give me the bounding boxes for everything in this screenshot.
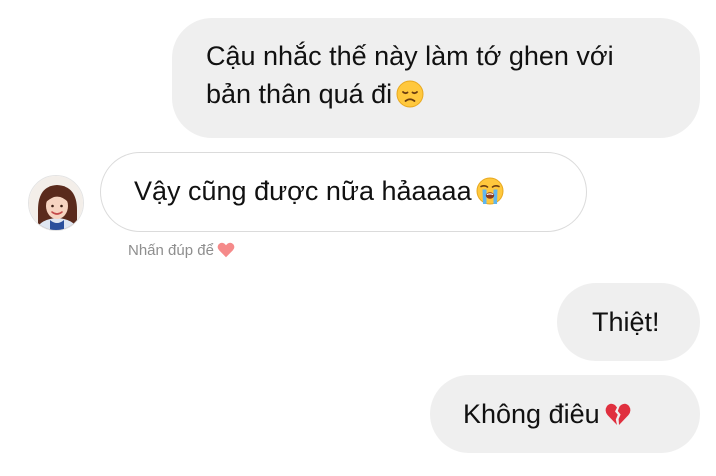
message-text: Thiệt!: [592, 307, 660, 337]
avatar[interactable]: [28, 175, 84, 231]
sent-message-bubble[interactable]: Thiệt!: [557, 283, 700, 361]
chat-thread: Cậu nhắc thế này làm tớ ghen với bản thâ…: [0, 0, 716, 476]
broken-heart-emoji-icon: [604, 400, 632, 438]
message-text: Vậy cũng được nữa hảaaaa: [134, 176, 472, 206]
double-tap-to-like-hint: Nhấn đúp để: [128, 241, 235, 264]
hint-text: Nhấn đúp để: [128, 242, 214, 259]
message-text: bản thân quá đi: [206, 79, 393, 109]
loudly-crying-face-emoji-icon: [476, 177, 504, 215]
message-text: Không điêu: [463, 399, 600, 429]
sent-message-bubble[interactable]: Không điêu: [430, 375, 700, 453]
profile-avatar-icon: [29, 176, 83, 230]
message-text-line: Cậu nhắc thế này làm tớ ghen với: [206, 41, 614, 71]
received-message-bubble[interactable]: Vậy cũng được nữa hảaaaa: [100, 152, 587, 232]
disappointed-face-emoji-icon: [396, 80, 424, 118]
sent-message-bubble[interactable]: Cậu nhắc thế này làm tớ ghen với bản thâ…: [172, 18, 700, 138]
heart-icon: [217, 242, 235, 264]
message-text-line-with-emoji: bản thân quá đi: [206, 75, 670, 118]
